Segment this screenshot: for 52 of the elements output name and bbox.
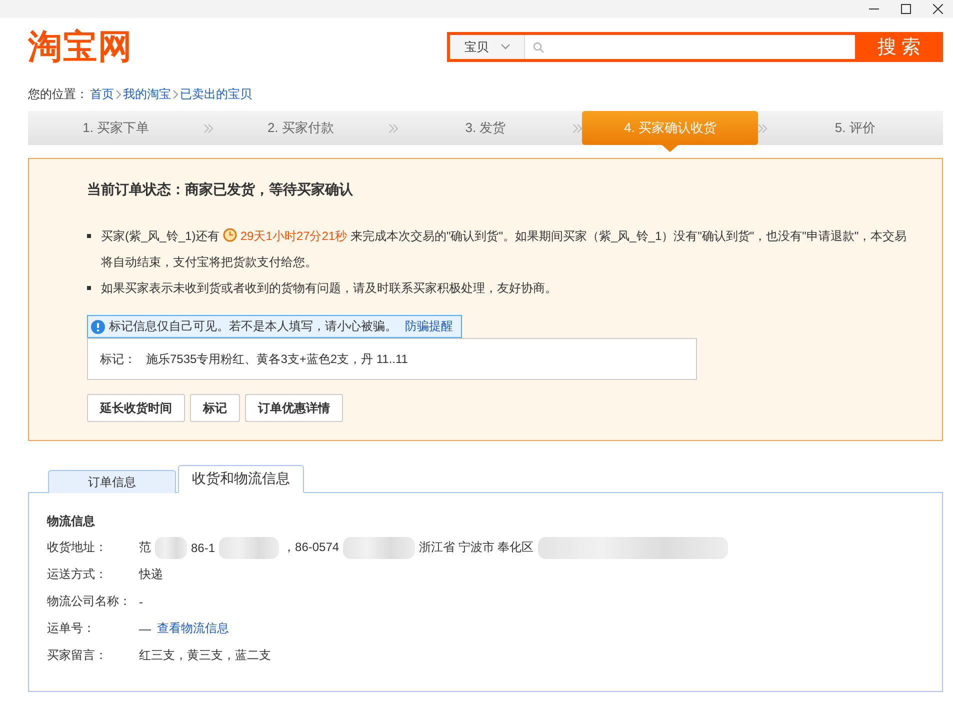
tracking-link[interactable]: 查看物流信息 (157, 620, 229, 637)
breadcrumb-link[interactable]: 已卖出的宝贝 (180, 86, 252, 103)
redaction-blur (155, 536, 187, 558)
notice-link[interactable]: 防骗提醒 (405, 318, 453, 335)
remark-label: 标记： (100, 350, 136, 368)
field-label: 买家留言： (47, 647, 108, 664)
field-value: - (139, 594, 143, 608)
field-value: ，86-0574 (283, 539, 340, 556)
field-value: 浙江省 宁波市 奉化区 (419, 539, 534, 556)
tab[interactable]: 订单信息 (48, 470, 176, 493)
status-title: 当前订单状态：商家已发货，等待买家确认 (87, 181, 354, 199)
redaction-blur (219, 536, 280, 558)
chevron-down-icon[interactable] (500, 44, 510, 50)
close-icon[interactable] (933, 4, 943, 14)
bullet-icon (87, 234, 91, 238)
clock-icon (223, 228, 238, 242)
breadcrumb-link[interactable]: 我的淘宝 (123, 86, 171, 103)
field-value: 红三支，黄三支，蓝二支 (139, 647, 271, 664)
category-dropdown[interactable]: 宝贝 (450, 35, 525, 59)
field-label: 物流公司名称： (47, 593, 132, 610)
double-chevron-icon (204, 124, 213, 132)
step: 5. 评价 (767, 111, 943, 145)
maximize-icon[interactable] (901, 4, 911, 14)
field-label: 运单号： (47, 620, 96, 637)
section-title: 物流信息 (47, 513, 96, 530)
field-label: 收货地址： (47, 539, 108, 556)
step: 3. 发货 (398, 111, 574, 145)
double-chevron-icon (388, 124, 398, 132)
note-text: 买家(紫_风_铃_1)还有 29天1小时27分21秒 来完成本次交易的"确认到货"。如果期间买家（紫_风_铃_1）没有"确认到货"，也没有"申请退款"，本交易将自动结束，支付宝将把货款支付给您。 (101, 227, 908, 271)
step: 2. 买家付款 (212, 111, 389, 145)
field-value: 快递 (139, 566, 163, 583)
bullet-icon (87, 286, 91, 290)
step: 1. 买家下单 (28, 111, 204, 145)
double-chevron-icon (758, 124, 768, 132)
action-button[interactable]: 订单优惠详情 (245, 394, 343, 422)
info-icon (91, 320, 105, 334)
field-value: — (139, 622, 151, 636)
action-button[interactable]: 延长收货时间 (87, 394, 185, 422)
notice-text: 标记信息仅自己可见。若不是本人填写，请小心被骗。 (109, 318, 397, 335)
field-value: 范 (139, 539, 151, 556)
chevron-icon (173, 90, 178, 99)
breadcrumb-label: 您的位置： (28, 86, 88, 103)
tab[interactable]: 收货和物流信息 (178, 465, 304, 493)
note-text: 如果买家表示未收到货或者收到的货物有问题，请及时联系买家积极处理，友好协商。 (101, 280, 557, 297)
double-chevron-icon (573, 124, 582, 132)
remark-text: 施乐7535专用粉红、黄各3支+蓝色2支，丹 11..11 (146, 350, 408, 368)
chevron-icon (116, 90, 121, 99)
field-value: 86-1 (191, 540, 216, 554)
action-button[interactable]: 标记 (190, 394, 240, 422)
field-label: 运送方式： (47, 566, 108, 583)
search-icon (533, 42, 544, 52)
breadcrumb-link[interactable]: 首页 (90, 86, 114, 103)
